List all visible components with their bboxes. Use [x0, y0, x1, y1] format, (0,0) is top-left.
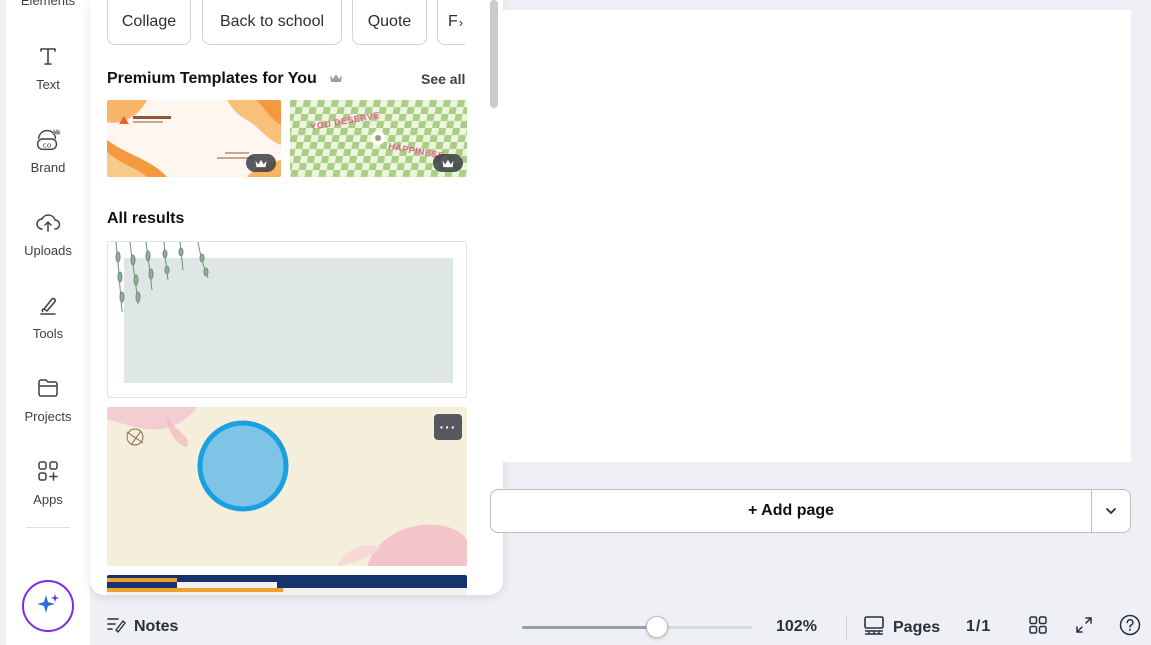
rail-item-apps[interactable]: Apps [6, 451, 90, 521]
chip-back-to-school[interactable]: Back to school [202, 0, 342, 45]
add-page-button[interactable]: + Add page [490, 489, 1091, 533]
watercolor-template-art [107, 407, 467, 566]
rail-item-label: Brand [30, 160, 66, 175]
rail-item-label: Text [36, 77, 60, 92]
template-thumb-navy-stripe[interactable] [107, 575, 467, 595]
help-icon [1119, 614, 1141, 641]
rail-item-brand[interactable]: co Brand [6, 119, 90, 189]
notes-label: Notes [134, 617, 179, 635]
willow-template-art [115, 242, 453, 383]
text-icon [34, 42, 62, 70]
blue-circle-shape [197, 420, 289, 512]
zoom-slider-track-remaining [667, 626, 752, 629]
template-thumb-willow-frame[interactable] [107, 241, 467, 398]
see-all-link[interactable]: See all [421, 71, 465, 87]
rail-item-label: Apps [33, 492, 63, 507]
rail-item-text[interactable]: Text [6, 36, 90, 106]
crown-icon [329, 71, 343, 89]
pages-button[interactable]: Pages [863, 614, 940, 641]
grid-view-button[interactable] [1026, 615, 1050, 639]
crown-icon [442, 159, 454, 167]
rail-item-uploads[interactable]: Uploads [6, 202, 90, 272]
chip-collage[interactable]: Collage [107, 0, 191, 45]
zoom-level[interactable]: 102% [776, 618, 817, 636]
brand-icon: co [34, 125, 62, 153]
grid-view-icon [1028, 615, 1048, 640]
premium-badge [246, 154, 276, 172]
more-dots-icon: ··· [439, 419, 457, 435]
premium-badge [433, 154, 463, 172]
sparkle-icon [35, 591, 61, 622]
rail-item-elements-label[interactable]: Elements [6, 0, 90, 8]
bottom-toolbar: Notes 102% Pages 1/1 [90, 602, 1151, 645]
template-thumb-you-deserve-happiness[interactable]: YOU DESERVE HAPPINESS [290, 100, 467, 177]
notes-icon [106, 615, 126, 638]
rail-divider [26, 527, 70, 528]
all-results-title: All results [107, 210, 185, 227]
notes-button[interactable]: Notes [106, 615, 178, 638]
fullscreen-button[interactable] [1072, 615, 1096, 639]
zoom-slider-thumb[interactable] [646, 616, 668, 638]
magic-assistant-button[interactable] [22, 580, 74, 632]
chip-quote[interactable]: Quote [352, 0, 427, 45]
folder-icon [34, 374, 62, 402]
premium-title-text: Premium Templates for You [107, 70, 317, 87]
bottom-bar-divider [846, 616, 847, 640]
upload-cloud-icon [34, 208, 62, 236]
templates-panel: Collage Back to school Quote F › Premium… [90, 0, 503, 595]
chevron-down-icon [1105, 502, 1117, 520]
pages-label: Pages [893, 618, 941, 636]
rail-item-label: Uploads [24, 243, 72, 258]
help-button[interactable] [1118, 614, 1142, 641]
navy-template-art [107, 575, 467, 592]
apps-grid-icon [34, 457, 62, 485]
svg-text:co: co [43, 140, 52, 149]
chip-f[interactable]: F › [437, 0, 465, 45]
template-thumb-watercolor-circle[interactable]: ··· [107, 407, 467, 566]
more-options-button[interactable]: ··· [434, 414, 462, 440]
panel-scrollbar[interactable] [490, 0, 498, 108]
rail-item-label: Projects [24, 409, 72, 424]
left-rail: Elements Text co Brand Uploads Tools Pro… [6, 0, 90, 645]
crown-icon [255, 159, 267, 167]
pages-icon [863, 614, 885, 641]
design-canvas-page[interactable] [503, 10, 1131, 462]
rail-item-tools[interactable]: Tools [6, 285, 90, 355]
chevron-right-icon[interactable]: › [459, 15, 463, 30]
chip-f-label: F [448, 13, 458, 30]
add-page-options-button[interactable] [1091, 489, 1131, 533]
premium-templates-title: Premium Templates for You [107, 70, 343, 89]
expand-icon [1074, 615, 1094, 640]
page-count: 1/1 [966, 618, 992, 635]
rail-item-projects[interactable]: Projects [6, 368, 90, 438]
pen-tool-icon [34, 291, 62, 319]
rail-item-label: Tools [32, 326, 64, 341]
template-thumb-travel[interactable] [107, 100, 281, 177]
